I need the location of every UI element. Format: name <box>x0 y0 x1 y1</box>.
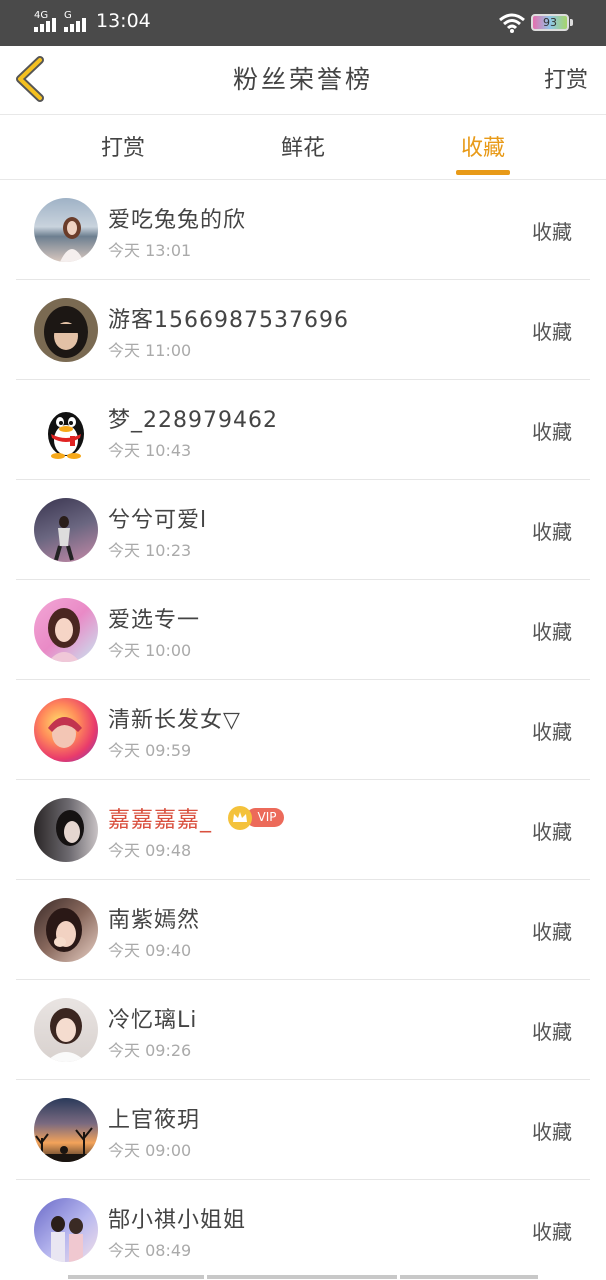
user-name: 冷忆璃Li <box>108 1008 198 1033</box>
timestamp: 今天 09:40 <box>108 941 192 960</box>
timestamp: 今天 10:00 <box>108 641 192 660</box>
avatar <box>34 198 98 262</box>
list-item[interactable]: 爱吃兔兔的欣 今天 13:01 收藏 <box>0 180 606 280</box>
timestamp: 今天 09:26 <box>108 1041 192 1060</box>
timestamp: 今天 08:49 <box>108 1241 192 1260</box>
favorite-label: 收藏 <box>532 520 572 544</box>
list-item[interactable]: 梦_228979462 今天 10:43 收藏 <box>0 380 606 480</box>
list-item[interactable]: 清新长发女▽ 今天 09:59 收藏 <box>0 680 606 780</box>
list-item[interactable]: 兮兮可爱l 今天 10:23 收藏 <box>0 480 606 580</box>
timestamp: 今天 13:01 <box>108 241 192 260</box>
user-name: 梦_228979462 <box>108 408 278 433</box>
reward-button[interactable]: 打赏 <box>544 62 588 94</box>
signal-strength-icon-2 <box>64 18 90 32</box>
favorite-label: 收藏 <box>532 220 572 244</box>
list-item[interactable]: 郜小祺小姐姐 今天 08:49 收藏 <box>0 1180 606 1280</box>
status-bar: 4G G 13:04 93 <box>0 0 606 46</box>
favorite-label: 收藏 <box>532 1020 572 1044</box>
user-name: 清新长发女▽ <box>108 708 241 733</box>
timestamp: 今天 09:48 <box>108 841 192 860</box>
avatar <box>34 698 98 762</box>
avatar <box>34 498 98 562</box>
user-name: 南紫嫣然 <box>108 908 201 933</box>
page-title: 粉丝荣誉榜 <box>232 65 373 94</box>
favorite-label: 收藏 <box>532 620 572 644</box>
favorite-label: 收藏 <box>532 820 572 844</box>
avatar <box>34 1098 98 1162</box>
avatar <box>34 898 98 962</box>
timestamp: 今天 10:23 <box>108 541 192 560</box>
user-name: 爱选专一 <box>108 608 201 633</box>
list-item[interactable]: 爱选专一 今天 10:00 收藏 <box>0 580 606 680</box>
user-name: 郜小祺小姐姐 <box>108 1208 247 1233</box>
tab-bar: 打赏 鲜花 收藏 <box>0 115 606 180</box>
battery-icon: 93 <box>531 14 569 31</box>
tab-reward[interactable]: 打赏 <box>63 130 183 162</box>
user-name: 上官筱玥 <box>108 1108 201 1133</box>
favorite-label: 收藏 <box>532 1220 572 1244</box>
crown-icon <box>228 806 252 830</box>
avatar <box>34 1198 98 1262</box>
tab-flowers[interactable]: 鲜花 <box>243 130 363 162</box>
status-time: 13:04 <box>96 10 151 32</box>
avatar <box>34 998 98 1062</box>
list-item[interactable]: 嘉嘉嘉嘉_ VIP 今天 09:48 收藏 <box>0 780 606 880</box>
timestamp: 今天 11:00 <box>108 341 192 360</box>
timestamp: 今天 09:00 <box>108 1141 192 1160</box>
signal-strength-icon <box>34 18 60 32</box>
list-item[interactable]: 南紫嫣然 今天 09:40 收藏 <box>0 880 606 980</box>
list-item[interactable]: 上官筱玥 今天 09:00 收藏 <box>0 1080 606 1180</box>
favorite-label: 收藏 <box>532 1120 572 1144</box>
tab-favorites[interactable]: 收藏 <box>423 130 543 162</box>
favorite-label: 收藏 <box>532 720 572 744</box>
list-item[interactable]: 游客1566987537696 今天 11:00 收藏 <box>0 280 606 380</box>
active-tab-indicator <box>456 170 510 175</box>
favorite-label: 收藏 <box>532 420 572 444</box>
user-name: 兮兮可爱l <box>108 508 208 533</box>
avatar <box>34 798 98 862</box>
timestamp: 今天 10:43 <box>108 441 192 460</box>
favorite-label: 收藏 <box>532 320 572 344</box>
list-item[interactable]: 冷忆璃Li 今天 09:26 收藏 <box>0 980 606 1080</box>
nav-bar: 粉丝荣誉榜 打赏 <box>0 46 606 115</box>
bottom-nav-indicator <box>0 1275 606 1280</box>
avatar <box>34 598 98 662</box>
qq-penguin-icon <box>34 398 98 462</box>
user-name: 游客1566987537696 <box>108 308 349 333</box>
wifi-icon <box>499 13 525 33</box>
timestamp: 今天 09:59 <box>108 741 192 760</box>
user-name: 嘉嘉嘉嘉_ <box>108 808 213 833</box>
favorite-label: 收藏 <box>532 920 572 944</box>
avatar <box>34 298 98 362</box>
user-name: 爱吃兔兔的欣 <box>108 208 247 233</box>
battery-tip <box>570 19 573 26</box>
